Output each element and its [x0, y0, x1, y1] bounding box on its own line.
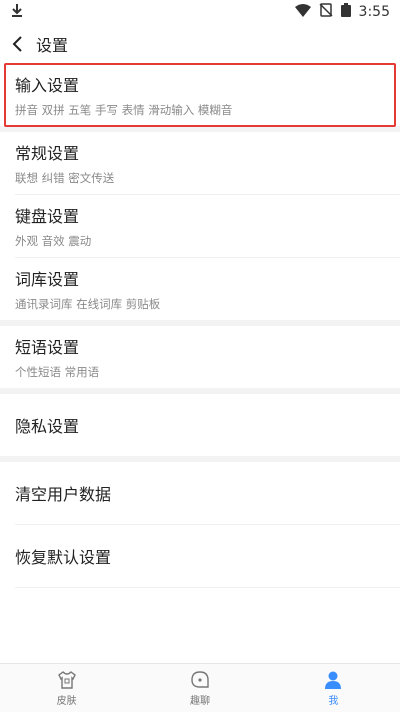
settings-item-subtitle: 拼音 双拼 五笔 手写 表情 滑动输入 模糊音: [15, 103, 233, 117]
settings-item-subtitle: 通讯录词库 在线词库 剪贴板: [15, 297, 161, 311]
settings-item-title: 键盘设置: [15, 207, 80, 226]
settings-item-subtitle: 外观 音效 震动: [15, 234, 92, 248]
settings-item-title: 恢复默认设置: [15, 548, 112, 567]
settings-item-general[interactable]: 常规设置 联想 纠错 密文传送: [0, 132, 400, 194]
chat-bubble-icon: [191, 670, 209, 688]
divider: [15, 587, 400, 588]
settings-item-phrases[interactable]: 短语设置 个性短语 常用语: [0, 326, 400, 388]
status-time: 3:55: [358, 4, 390, 20]
tab-skin[interactable]: 皮肤: [0, 664, 133, 712]
settings-item-restore-defaults[interactable]: 恢复默认设置: [0, 525, 400, 587]
tab-label: 我: [328, 695, 339, 707]
settings-item-subtitle: 联想 纠错 密文传送: [15, 171, 115, 185]
top-app-bar: 设置: [0, 24, 400, 64]
status-bar: 3:55: [0, 0, 400, 24]
settings-item-title: 短语设置: [15, 338, 80, 357]
settings-item-lexicon[interactable]: 词库设置 通讯录词库 在线词库 剪贴板: [0, 258, 400, 320]
status-left: [0, 3, 24, 21]
page-title: 设置: [36, 36, 69, 55]
tab-chat[interactable]: 趣聊: [133, 664, 266, 712]
back-button[interactable]: [0, 24, 36, 64]
status-right: 3:55: [294, 3, 400, 21]
no-sim-icon: [319, 3, 333, 21]
user-icon: [325, 671, 342, 689]
shirt-icon: [57, 670, 76, 689]
settings-item-title: 词库设置: [15, 270, 80, 289]
settings-item-subtitle: 个性短语 常用语: [15, 365, 100, 379]
settings-item-keyboard[interactable]: 键盘设置 外观 音效 震动: [0, 195, 400, 257]
battery-icon: [340, 3, 351, 21]
wifi-icon: [294, 3, 311, 21]
chevron-left-icon: [12, 36, 22, 52]
settings-item-title: 清空用户数据: [15, 485, 112, 504]
tab-label: 趣聊: [189, 695, 210, 707]
settings-item-privacy[interactable]: 隐私设置: [0, 394, 400, 456]
settings-item-clear-data[interactable]: 清空用户数据: [0, 462, 400, 524]
tab-me[interactable]: 我: [267, 664, 400, 712]
tab-label: 皮肤: [56, 695, 77, 707]
settings-item-title: 输入设置: [15, 76, 80, 95]
settings-item-title: 常规设置: [15, 144, 80, 163]
bottom-nav: 皮肤 趣聊 我: [0, 663, 400, 712]
settings-list: 输入设置 拼音 双拼 五笔 手写 表情 滑动输入 模糊音 常规设置 联想 纠错 …: [0, 63, 400, 588]
download-icon: [10, 3, 24, 21]
settings-item-input[interactable]: 输入设置 拼音 双拼 五笔 手写 表情 滑动输入 模糊音: [0, 63, 400, 127]
settings-item-title: 隐私设置: [15, 417, 80, 436]
